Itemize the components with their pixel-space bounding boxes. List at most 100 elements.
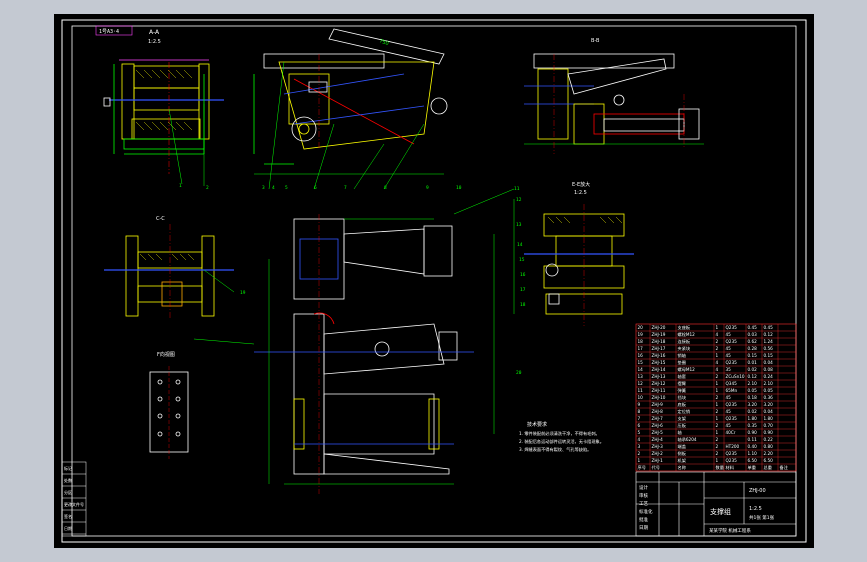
parts-list-cell: ZHJ-13 [652, 374, 666, 379]
parts-list-cell: 0.18 [748, 395, 758, 400]
tech-req-line: 2. 装配后各运动部件运转灵活，无卡阻现象。 [519, 438, 604, 445]
parts-list-cell: 8 [638, 409, 641, 414]
parts-list-cell: ZHJ-10 [652, 395, 666, 400]
parts-list-cell: 1 [638, 458, 641, 463]
parts-list-cell: ZHJ-5 [652, 430, 664, 435]
parts-list-cell: 2 [638, 451, 641, 456]
section-a-scale: 1:2.5 [148, 39, 161, 45]
parts-list-cell: 0.80 [764, 444, 774, 449]
assembly-drawing[interactable]: 1号A3·4 A-A 1:2.5 750 B-B C-C F向视图 E-E放大 … [54, 14, 814, 548]
drawing-tag: 1号A3·4 [99, 29, 119, 35]
view-front: 750 [253, 28, 448, 190]
parts-list-cell: 0.40 [748, 444, 758, 449]
revision-label: 标记 [64, 465, 72, 471]
parts-list-header-cell: 备注 [780, 464, 789, 471]
balloon-number: 3 [262, 185, 265, 191]
parts-list-cell: 45 [726, 332, 732, 337]
parts-list-header-cell: 材料 [726, 464, 735, 471]
parts-list-cell: 18 [638, 339, 644, 344]
parts-list-cell: 0.28 [748, 346, 758, 351]
tech-req-line: 3. 焊缝表面不得有裂纹、气孔等缺陷。 [519, 446, 591, 453]
inner-border [71, 25, 797, 537]
balloon-number: 17 [520, 287, 526, 293]
technical-requirements: 技术要求 1. 零件装配前必须清洗干净，不得有毛刺。 2. 装配后各运动部件运转… [519, 421, 604, 453]
cad-viewport[interactable]: 1号A3·4 A-A 1:2.5 750 B-B C-C F向视图 E-E放大 … [54, 14, 814, 548]
parts-list-cell: 端盖 [678, 443, 686, 450]
section-e-label: E-E放大 [572, 181, 590, 188]
parts-list-cell: 2 [716, 409, 719, 414]
tech-req-line: 1. 零件装配前必须清洗干净，不得有毛刺。 [519, 430, 600, 437]
parts-list-cell: ZHJ-17 [652, 346, 666, 351]
parts-list-cell: ZHJ-11 [652, 388, 666, 393]
balloon-number: 19 [240, 290, 246, 296]
parts-list-cell: ZHJ-20 [652, 325, 666, 330]
parts-list-cell: 0.90 [748, 430, 758, 435]
parts-list-cell: 2 [716, 423, 719, 428]
parts-list-cell: 1 [716, 325, 719, 330]
parts-list-cell: 4 [638, 437, 641, 442]
parts-list-cell: ZHJ-9 [652, 402, 664, 407]
parts-list-cell: 0.36 [764, 395, 774, 400]
view-top-main [193, 188, 515, 494]
parts-list-cell: ZHJ-8 [652, 409, 664, 414]
parts-list-cell: 65Mn [726, 388, 738, 393]
parts-list-cell: 3 [638, 444, 641, 449]
parts-list-cell: ZHJ-6 [652, 423, 664, 428]
parts-list-cell: 弹簧 [678, 387, 686, 394]
parts-list-cell: 45 [726, 395, 732, 400]
title-block-label: 审核 [639, 492, 648, 499]
parts-list-cell: 夹紧块 [678, 345, 691, 352]
parts-list-cell: 6.50 [764, 458, 774, 463]
parts-list-cell: 0.02 [748, 409, 758, 414]
parts-list-cell: 40Cr [726, 430, 736, 435]
parts-list-cell: ZHJ-7 [652, 416, 664, 421]
parts-list-cell: 2.10 [764, 381, 774, 386]
balloon-number: 8 [384, 185, 387, 191]
parts-list-cell: 7 [638, 416, 641, 421]
parts-list-cell: ZHJ-18 [652, 339, 666, 344]
parts-list: 20 ZHJ-20 支座板 1 Q235 0.45 0.4519 ZHJ-19 螺栓M12 4 45… [635, 323, 797, 472]
parts-list-cell: Q235 [726, 360, 738, 365]
parts-list-cell: 0.35 [748, 423, 758, 428]
parts-list-cell: 0.04 [764, 360, 774, 365]
revision-label: 更改文件号 [64, 501, 84, 507]
parts-list-cell: 19 [638, 332, 644, 337]
parts-list-cell: 6 [638, 423, 641, 428]
revision-label: 签名 [64, 513, 72, 519]
parts-list-cell: 挡块 [678, 394, 687, 401]
parts-list-cell: 0.22 [764, 437, 774, 442]
parts-list-header-cell: 代号 [652, 464, 660, 471]
revision-label: 处数 [64, 477, 72, 483]
parts-list-cell: 20 [638, 325, 644, 330]
parts-list-cell: 侧板 [678, 450, 687, 457]
parts-list-cell: ZHJ-16 [652, 353, 666, 358]
parts-list-cell: 4 [716, 360, 719, 365]
balloon-number: 7 [344, 185, 347, 191]
parts-list-header-cell: 名称 [678, 464, 686, 471]
parts-list-cell: ZCuSn10 [726, 374, 745, 379]
parts-list-cell: 35 [726, 367, 732, 372]
parts-list-cell: 0.15 [764, 353, 774, 358]
parts-list-cell: 压板 [678, 422, 687, 429]
parts-list-cell: ZHJ-2 [652, 451, 664, 456]
parts-list-cell: 1 [716, 416, 719, 421]
parts-list-cell: Q235 [726, 325, 738, 330]
parts-list-cell: 0.62 [748, 339, 758, 344]
parts-list-cell: 定位销 [678, 408, 691, 415]
parts-list-cell: 0.45 [764, 325, 774, 330]
balloon-number: 15 [519, 257, 525, 263]
parts-list-cell: 0.56 [764, 346, 774, 351]
title-block-labels: 设计审核工艺标准化批准日期 [639, 484, 653, 531]
title-block-label: 日期 [639, 525, 648, 531]
parts-list-cell: ZHJ-19 [652, 332, 666, 337]
parts-list-cell: 4 [716, 332, 719, 337]
parts-list-cell: 2 [716, 374, 719, 379]
balloon-number: 12 [516, 197, 522, 203]
parts-list-cell: 17 [638, 346, 644, 351]
sheet-count: 共1张 第1张 [749, 514, 775, 521]
parts-list-cell: 2.20 [764, 451, 774, 456]
revision-block: 标记处数分区更改文件号签名日期 [61, 461, 87, 537]
view-section-a: A-A 1:2.5 [103, 29, 224, 186]
parts-list-cell: 0.11 [748, 437, 758, 442]
parts-list-cell: 0.12 [764, 332, 774, 337]
